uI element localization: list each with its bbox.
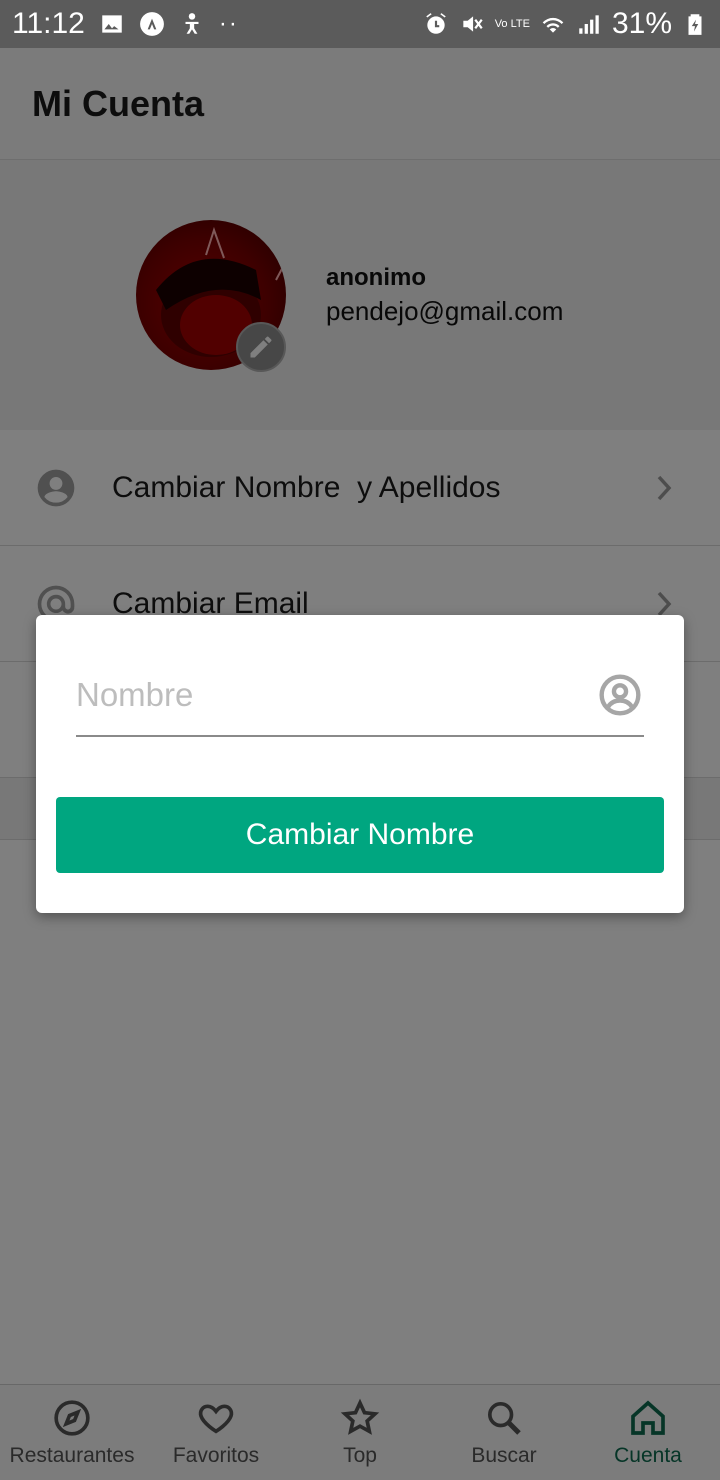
battery-percent: 31% [611, 7, 672, 40]
image-icon [99, 11, 125, 37]
accessibility-icon [179, 11, 205, 37]
account-circle-outline-icon [598, 673, 642, 717]
alarm-icon [423, 11, 449, 37]
wifi-icon [540, 11, 566, 37]
app-a-icon [139, 11, 165, 37]
signal-icon [576, 11, 602, 37]
status-time: 11:12 [12, 7, 85, 40]
battery-charging-icon [682, 11, 708, 37]
status-bar: 11:12 ·· Vo LTE 31% [0, 0, 720, 48]
name-input[interactable] [76, 663, 576, 727]
volte-indicator: Vo LTE [494, 17, 530, 30]
change-name-dialog: Cambiar Nombre [36, 615, 684, 913]
change-name-button[interactable]: Cambiar Nombre [56, 797, 664, 873]
name-field [76, 663, 644, 737]
mute-icon [459, 11, 485, 37]
more-notifications-icon: ·· [218, 10, 239, 37]
